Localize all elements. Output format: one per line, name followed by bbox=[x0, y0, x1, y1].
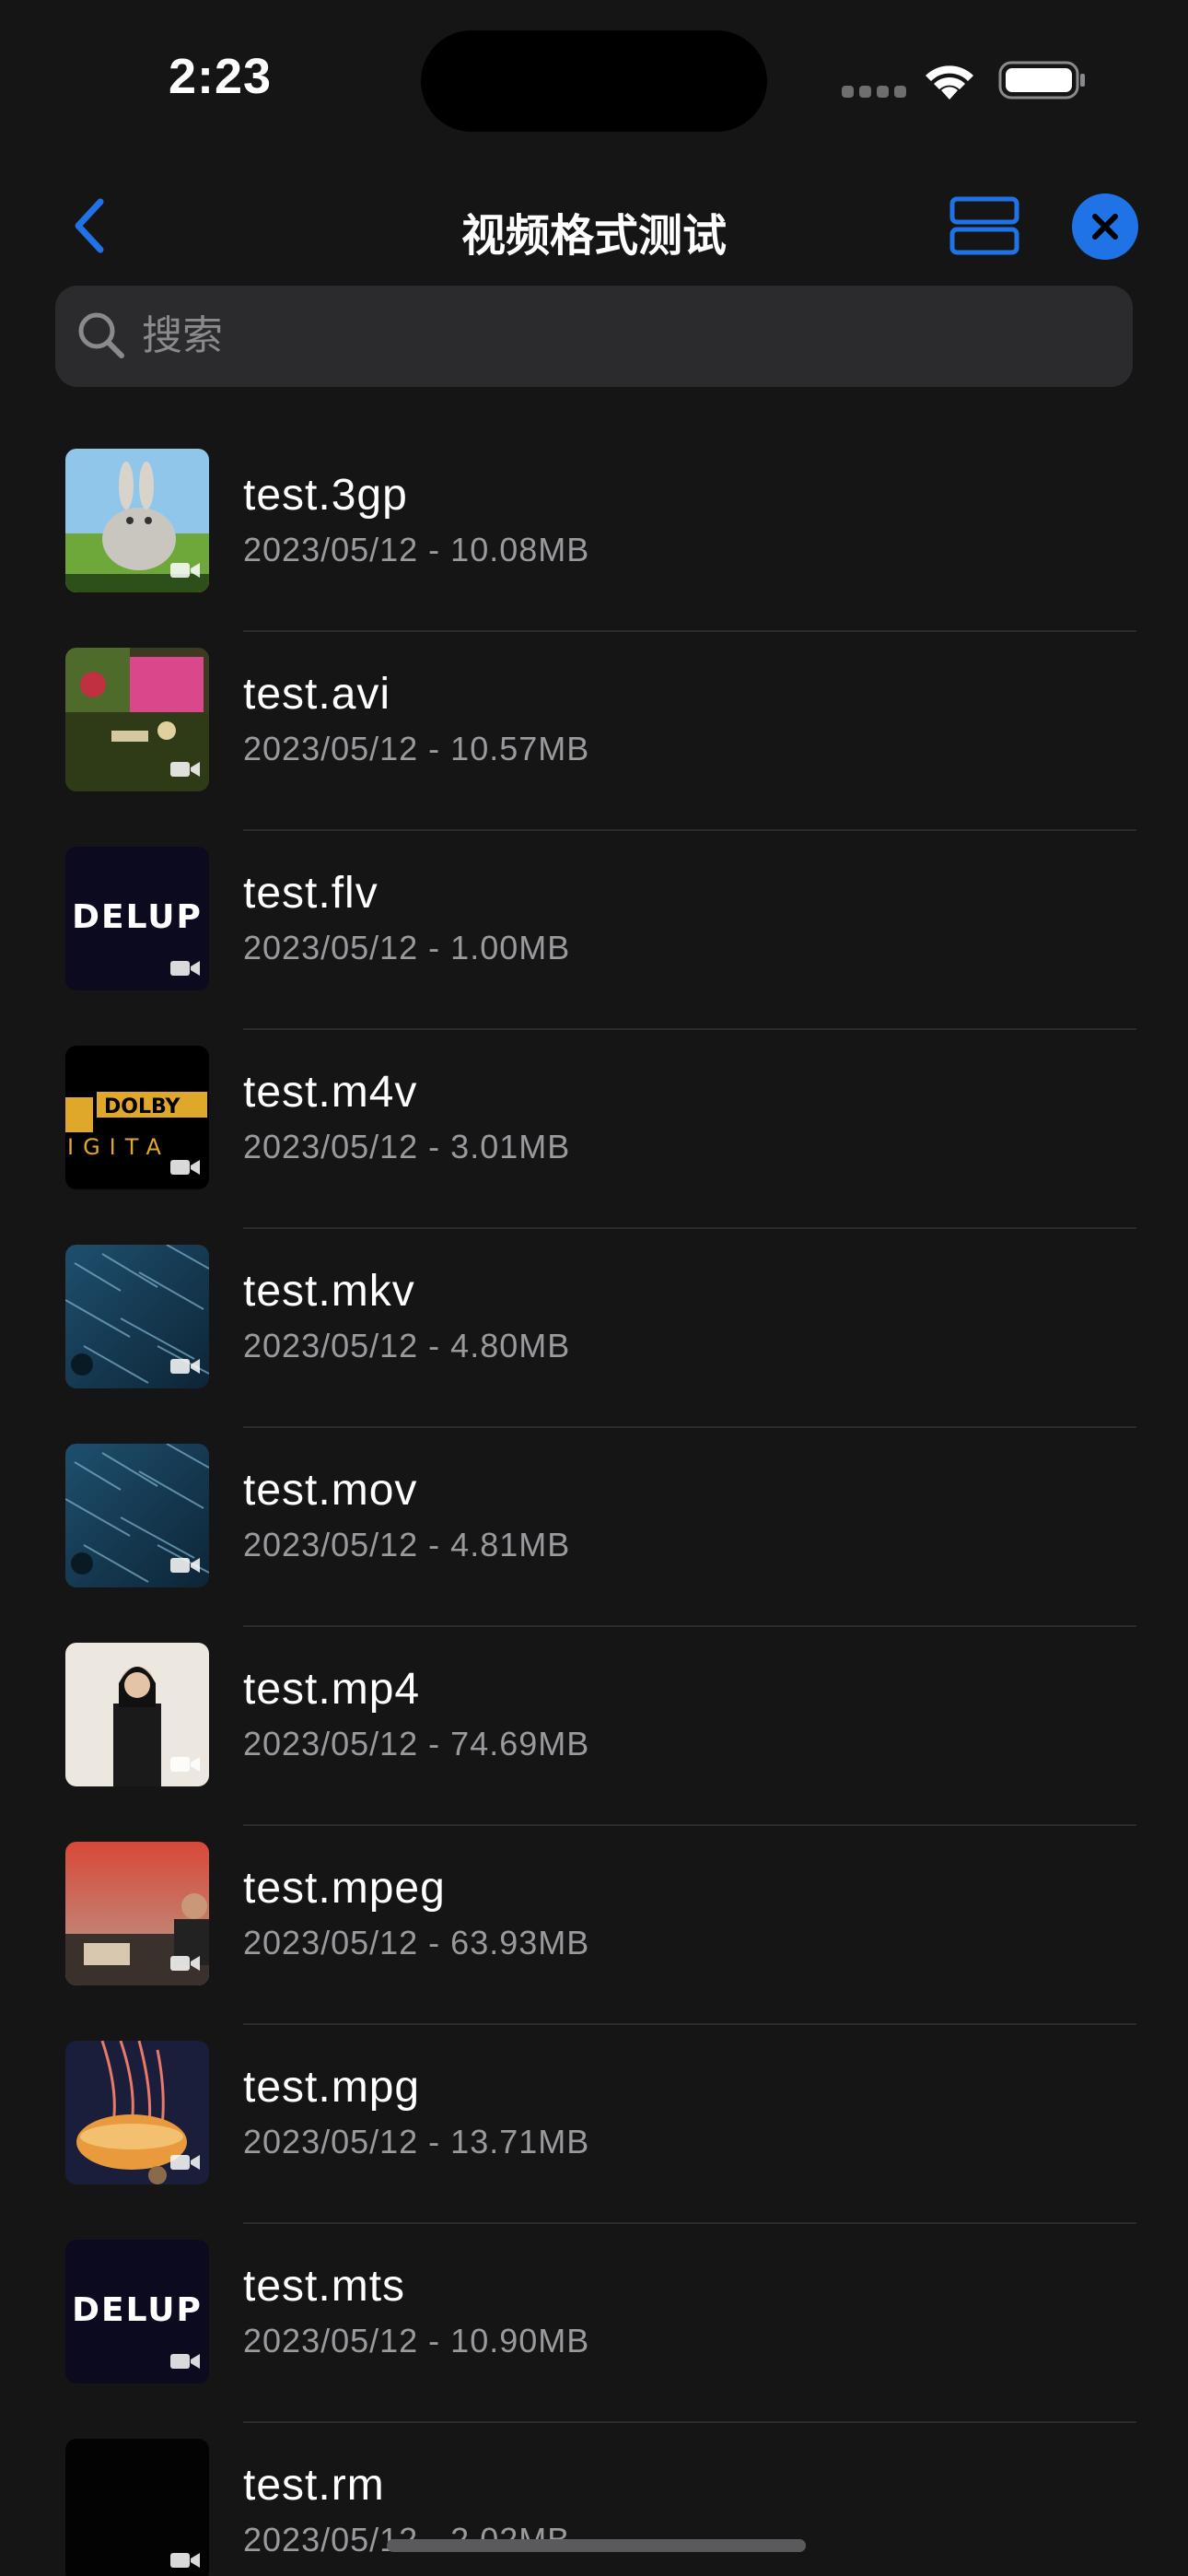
thumbnail-text-secondary: IGITA bbox=[67, 1134, 170, 1160]
file-meta: 2023/05/12 - 63.93MB bbox=[243, 1924, 590, 1961]
video-camera-icon bbox=[170, 1160, 200, 1175]
file-meta: 2023/05/12 - 74.69MB bbox=[243, 1725, 590, 1762]
file-meta: 2023/05/12 - 10.57MB bbox=[243, 730, 590, 767]
file-name: test.mp4 bbox=[243, 1665, 421, 1714]
thumbnail-text: DOLBY bbox=[104, 1095, 181, 1118]
status-time: 2:23 bbox=[169, 49, 273, 104]
search-bar[interactable] bbox=[55, 286, 1133, 387]
video-thumbnail bbox=[65, 449, 209, 592]
list-item[interactable]: test.rm2023/05/12 - 2.02MB bbox=[0, 2423, 1188, 2576]
list-item[interactable]: test.mov 2023/05/12 - 4.81MB bbox=[0, 1428, 1188, 1627]
search-icon bbox=[78, 312, 124, 358]
list-item[interactable]: test.mpg 2023/05/12 - 13.71MB bbox=[0, 2025, 1188, 2224]
battery-icon bbox=[998, 61, 1085, 100]
file-list: test.3gp 2023/05/12 - 10.08MB test.avi 2023… bbox=[0, 433, 1188, 2576]
list-item[interactable]: test.3gp 2023/05/12 - 10.08MB bbox=[0, 433, 1188, 632]
list-item[interactable]: test.mpeg 2023/05/12 - 63.93MB bbox=[0, 1826, 1188, 2025]
dynamic-island bbox=[421, 30, 767, 132]
search-input[interactable] bbox=[142, 286, 1109, 387]
video-camera-icon bbox=[170, 1359, 200, 1374]
layout-toggle-icon[interactable] bbox=[949, 193, 1020, 258]
video-thumbnail bbox=[65, 2041, 209, 2184]
file-name: test.mpeg bbox=[243, 1864, 446, 1913]
close-button[interactable] bbox=[1072, 193, 1138, 260]
file-name: test.avi bbox=[243, 670, 391, 719]
file-name: test.mts bbox=[243, 2262, 406, 2311]
video-camera-icon bbox=[170, 2553, 200, 2568]
home-indicator bbox=[387, 2539, 806, 2552]
file-meta: 2023/05/12 - 1.00MB bbox=[243, 929, 571, 966]
file-meta: 2023/05/12 - 10.08MB bbox=[243, 531, 590, 568]
file-name: test.3gp bbox=[243, 471, 408, 520]
video-camera-icon bbox=[170, 1757, 200, 1772]
video-camera-icon bbox=[170, 961, 200, 976]
file-name: test.mpg bbox=[243, 2063, 421, 2112]
file-name: test.mov bbox=[243, 1466, 418, 1515]
video-thumbnail: DELUP bbox=[65, 847, 209, 990]
video-camera-icon bbox=[170, 2155, 200, 2170]
file-meta: 2023/05/12 - 13.71MB bbox=[243, 2123, 590, 2160]
video-thumbnail bbox=[65, 648, 209, 791]
video-thumbnail: DOLBY IGITA bbox=[65, 1046, 209, 1189]
wifi-icon bbox=[926, 65, 973, 100]
file-meta: 2023/05/12 - 4.81MB bbox=[243, 1526, 571, 1563]
video-camera-icon bbox=[170, 762, 200, 777]
status-bar: 2:23 bbox=[0, 0, 1188, 157]
file-name: test.m4v bbox=[243, 1068, 418, 1117]
list-item[interactable]: test.avi 2023/05/12 - 10.57MB bbox=[0, 632, 1188, 831]
file-name: test.rm bbox=[243, 2461, 385, 2510]
list-item[interactable]: test.mkv 2023/05/12 - 4.80MB bbox=[0, 1229, 1188, 1428]
list-item[interactable]: test.mp4 2023/05/12 - 74.69MB bbox=[0, 1627, 1188, 1826]
video-camera-icon bbox=[170, 1558, 200, 1573]
video-thumbnail bbox=[65, 1245, 209, 1388]
list-item[interactable]: DELUP test.mts 2023/05/12 - 10.90MB bbox=[0, 2224, 1188, 2423]
file-name: test.mkv bbox=[243, 1267, 415, 1316]
file-name: test.flv bbox=[243, 869, 379, 918]
thumbnail-text: DELUP bbox=[72, 2291, 203, 2329]
close-icon bbox=[1092, 214, 1118, 240]
video-thumbnail: DELUP bbox=[65, 2240, 209, 2383]
video-thumbnail bbox=[65, 2439, 209, 2576]
video-camera-icon bbox=[170, 1956, 200, 1971]
video-thumbnail bbox=[65, 1444, 209, 1587]
cellular-signal-icon bbox=[842, 86, 906, 99]
screen: 2:23 视频格式测试 搜索 test.3gp 2023/05/12 - 10.… bbox=[0, 0, 1188, 2576]
file-meta: 2023/05/12 - 4.80MB bbox=[243, 1327, 571, 1364]
file-meta: 2023/05/12 - 3.01MB bbox=[243, 1128, 571, 1165]
file-meta: 2023/05/12 - 10.90MB bbox=[243, 2322, 590, 2359]
video-thumbnail bbox=[65, 1842, 209, 1985]
list-item[interactable]: DELUP test.flv 2023/05/12 - 1.00MB bbox=[0, 831, 1188, 1030]
video-camera-icon bbox=[170, 563, 200, 578]
video-thumbnail bbox=[65, 1643, 209, 1786]
nav-bar: 视频格式测试 bbox=[0, 175, 1188, 276]
video-camera-icon bbox=[170, 2354, 200, 2369]
list-item[interactable]: DOLBY IGITA test.m4v 2023/05/12 - 3.01MB bbox=[0, 1030, 1188, 1229]
thumbnail-text: DELUP bbox=[72, 898, 203, 936]
